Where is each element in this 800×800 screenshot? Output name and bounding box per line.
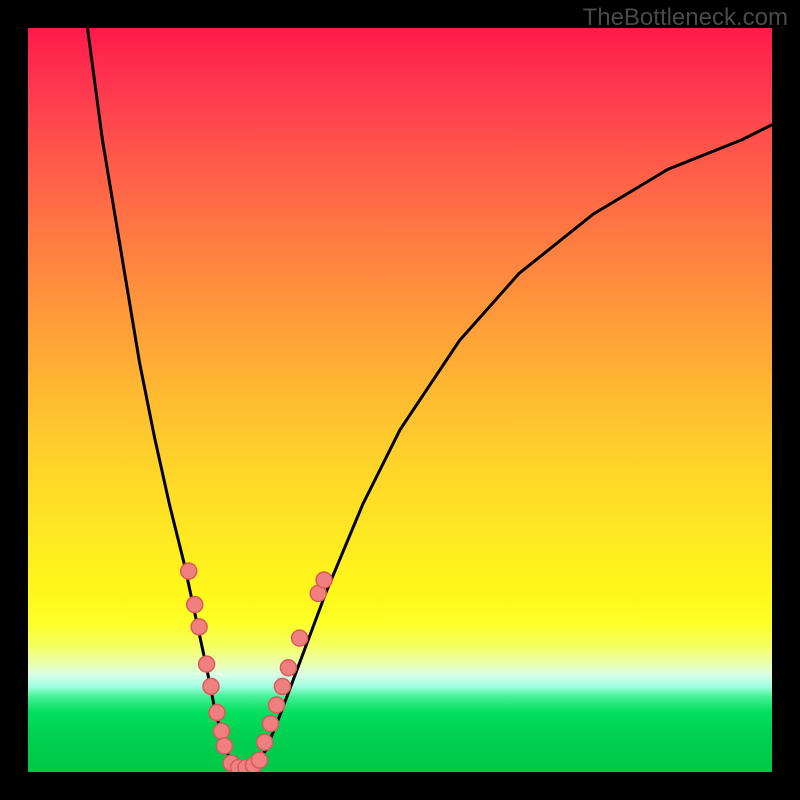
data-point [199, 656, 215, 672]
data-point [209, 705, 225, 721]
data-point [187, 597, 203, 613]
data-point [292, 630, 308, 646]
right-curve [251, 125, 772, 772]
data-point [181, 563, 197, 579]
data-point [213, 723, 229, 739]
data-dots [181, 563, 332, 772]
data-point [203, 678, 219, 694]
data-point [274, 678, 290, 694]
watermark-text: TheBottleneck.com [583, 4, 788, 32]
data-point [316, 572, 332, 588]
data-point [216, 738, 232, 754]
data-point [191, 619, 207, 635]
data-point [269, 697, 285, 713]
data-point [280, 660, 296, 676]
chart-canvas [28, 28, 772, 772]
data-point [251, 752, 267, 768]
data-point [263, 716, 279, 732]
chart-svg [28, 28, 772, 772]
data-point [257, 734, 273, 750]
